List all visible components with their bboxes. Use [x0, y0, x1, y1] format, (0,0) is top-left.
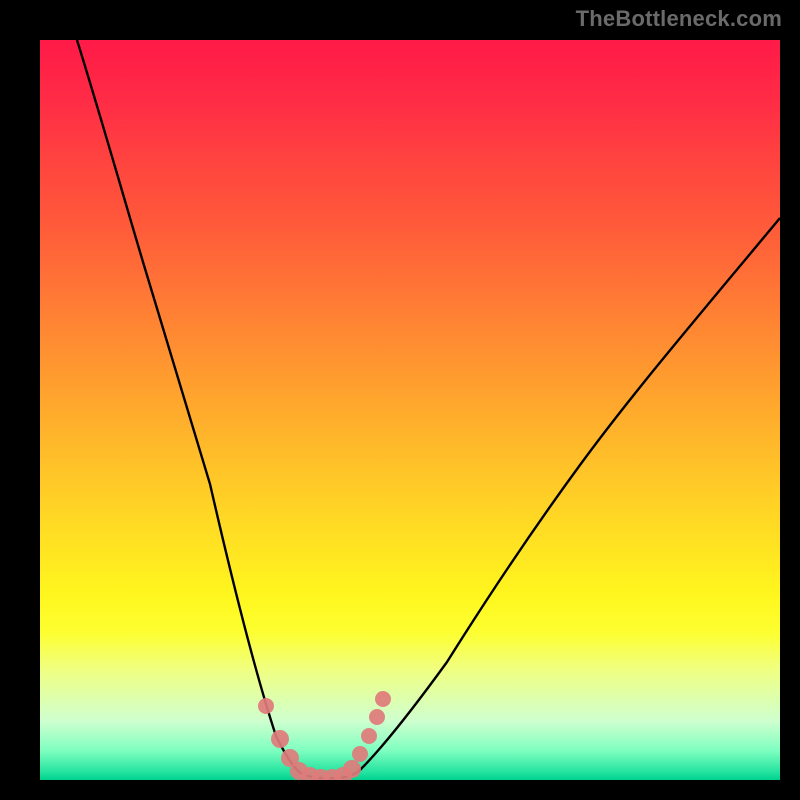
right-curve	[360, 218, 780, 770]
chart-svg	[40, 40, 780, 780]
watermark-text: TheBottleneck.com	[576, 6, 782, 32]
marker-dots	[258, 691, 391, 780]
plot-area	[40, 40, 780, 780]
chart-frame: TheBottleneck.com	[0, 0, 800, 800]
left-curve	[77, 40, 302, 774]
